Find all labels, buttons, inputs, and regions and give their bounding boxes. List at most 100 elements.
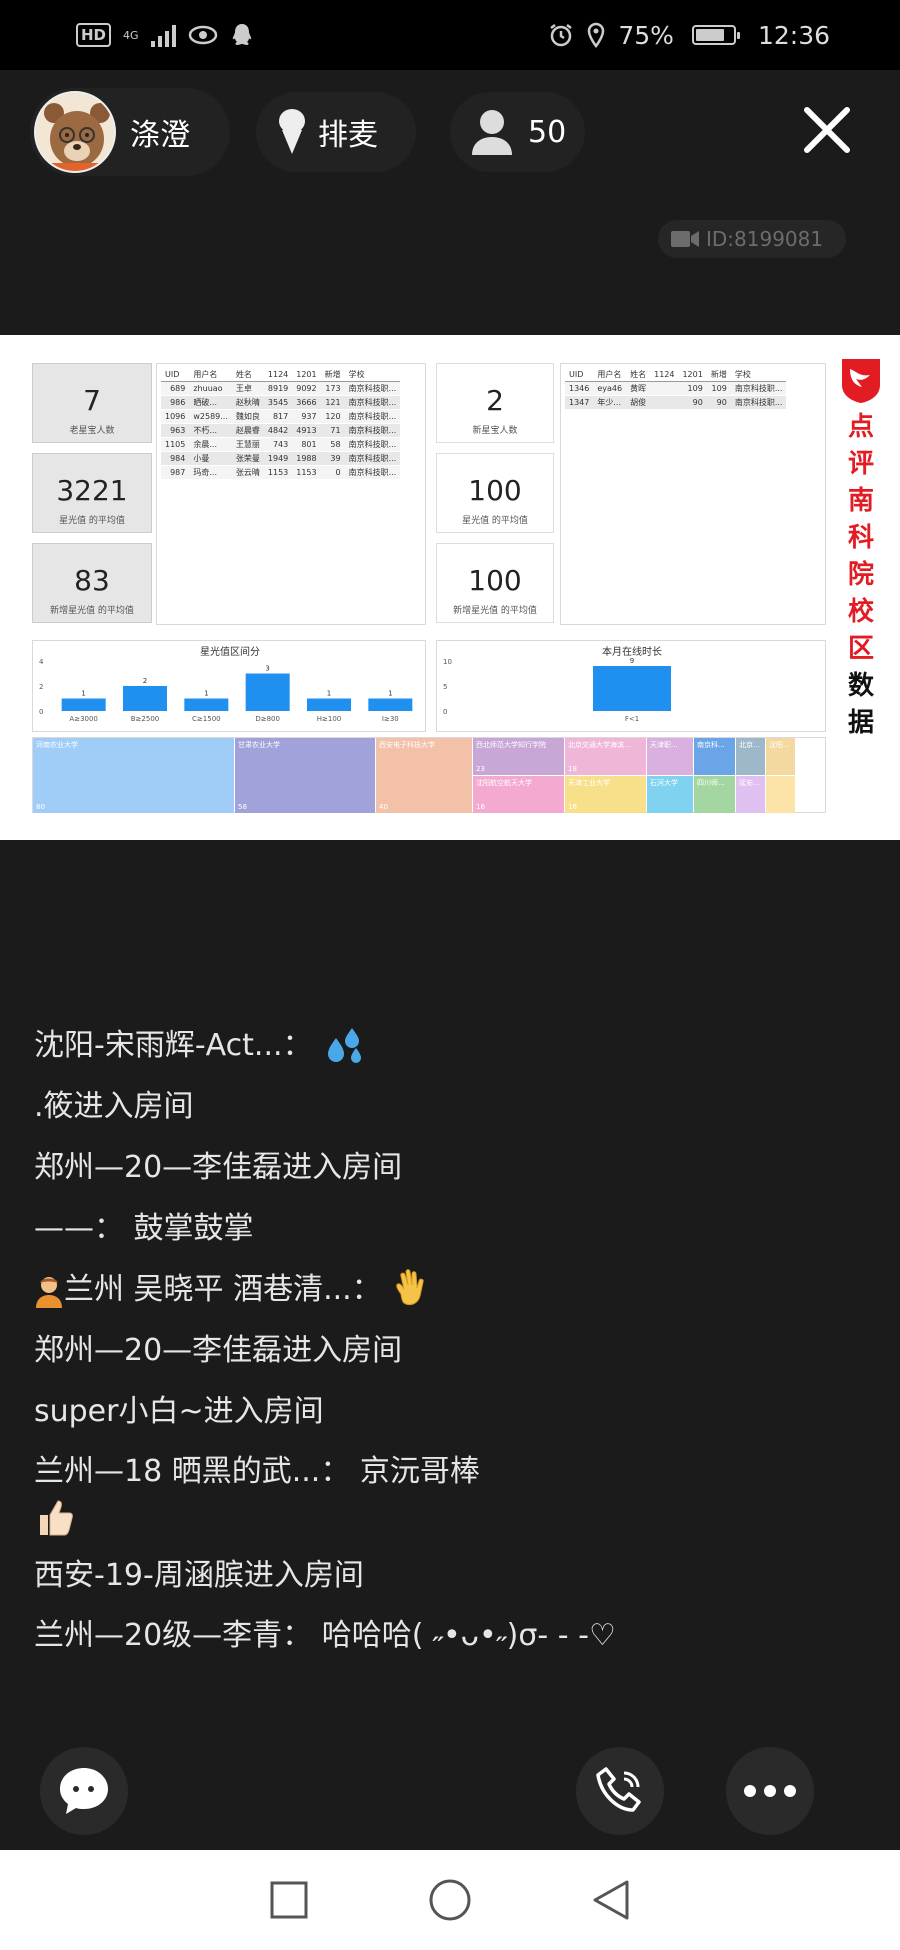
table-header: 姓名 xyxy=(626,368,651,382)
comment-button[interactable] xyxy=(40,1747,128,1835)
table-cell: 817 xyxy=(263,409,293,424)
bar xyxy=(593,666,671,711)
mic-queue-button[interactable]: 排麦 xyxy=(256,92,416,172)
kpi-caption: 老星宝人数 xyxy=(69,426,115,436)
table-cell: 赵晨睿 xyxy=(231,423,264,438)
treemap-tile: 西安电子科技大学 40 xyxy=(376,738,472,813)
bar xyxy=(184,698,229,711)
kpi-value: 7 xyxy=(83,384,101,417)
brand-character: 数 xyxy=(847,671,874,701)
table-cell: 963 xyxy=(161,423,190,438)
host-info[interactable]: 涤澄 xyxy=(30,88,230,176)
table-cell: 魏如良 xyxy=(231,409,264,424)
table-row: 986 晒破... 赵秋晴 3545 3666 121 南京科技职... xyxy=(161,395,401,410)
table-cell: 743 xyxy=(263,437,293,452)
table-cell: 1347 xyxy=(565,395,594,410)
system-navigation-bar xyxy=(0,1850,900,1950)
treemap-tile: 北京交通大学海滨... 18 xyxy=(565,738,646,775)
bar-value-label: 1 xyxy=(81,690,85,698)
table-cell: 不朽... xyxy=(189,423,232,438)
kpi-value: 2 xyxy=(486,384,504,417)
status-bar: HD 4G 75% 12:36 xyxy=(0,0,900,70)
brand-character: 院 xyxy=(847,560,874,590)
treemap-value: 40 xyxy=(379,803,388,811)
clock: 12:36 xyxy=(757,20,830,50)
alarm-icon xyxy=(550,24,573,47)
table-header: 用户名 xyxy=(593,368,627,382)
y-tick-label: 0 xyxy=(39,708,43,716)
table-cell: 801 xyxy=(292,437,321,452)
table-cell: 赵秋晴 xyxy=(231,395,264,410)
table-cell: 58 xyxy=(320,437,345,452)
video-camera-icon xyxy=(671,231,699,247)
table-cell: 1096 xyxy=(161,409,190,424)
table-cell: 余晨... xyxy=(189,437,232,452)
table-cell: 71 xyxy=(320,423,345,438)
table-row: 1347 年少... 胡俊 90 90 南京科技职... xyxy=(565,395,787,410)
microphone-icon xyxy=(279,109,305,154)
bear-avatar-icon xyxy=(44,103,110,171)
chat-message: 西安-19-周涵膑进入房间 xyxy=(34,1557,364,1593)
brand-character: 科 xyxy=(847,523,874,553)
table-cell: zhuuao xyxy=(189,381,232,396)
x-tick-label: F<1 xyxy=(625,715,639,723)
y-tick-label: 2 xyxy=(39,683,43,691)
table-cell: 1153 xyxy=(292,465,321,480)
chat-message: 兰州 吴晓平 酒巷清...： xyxy=(34,1259,854,1320)
table-row: 689 zhuuao 王卓 8919 9092 173 南京科技职... xyxy=(161,381,401,396)
table-cell: 张荣曼 xyxy=(231,451,264,466)
viewer-count: 50 xyxy=(528,114,567,150)
y-tick-label: 4 xyxy=(39,658,44,666)
close-icon[interactable] xyxy=(795,98,859,162)
treemap-value: 16 xyxy=(568,803,577,811)
chat-message: 郑州—20—李佳磊进入房间 xyxy=(34,1150,403,1185)
bar-value-label: 1 xyxy=(327,690,331,698)
user-icon xyxy=(472,110,512,155)
kpi-card: 2 新星宝人数 xyxy=(436,363,554,443)
kpi-card: 83 新增星光值 的平均值 xyxy=(32,543,152,623)
treemap-tile: 北京... xyxy=(736,738,765,775)
bar xyxy=(307,698,351,711)
msi-dragon-logo-icon xyxy=(842,359,880,403)
brand-column: 点评南科院校区数据 xyxy=(836,355,886,742)
y-tick-label: 0 xyxy=(443,708,447,716)
user-table: UID 用户名 姓名 1124 1201 新增 学校 689 zhuuao 王卓 89… xyxy=(161,368,401,480)
host-avatar[interactable] xyxy=(34,91,116,173)
table-cell: 黄晖 xyxy=(626,381,651,396)
recent-apps-icon[interactable] xyxy=(269,1880,309,1920)
treemap-value: 58 xyxy=(238,803,247,811)
home-icon[interactable] xyxy=(428,1878,472,1922)
room-id-badge: ID:8199081 xyxy=(658,220,846,258)
table-cell: 39 xyxy=(320,451,345,466)
table-cell: 1988 xyxy=(292,451,321,466)
more-options-button[interactable] xyxy=(726,1747,814,1835)
shared-dashboard-screen: 7 老星宝人数 3221 星光值 的平均值 83 新增星光值 的平均值 UID … xyxy=(0,335,900,840)
table-cell: 1105 xyxy=(161,437,190,452)
voice-call-button[interactable] xyxy=(576,1747,664,1835)
bar-value-label: 9 xyxy=(630,657,634,665)
brand-character: 据 xyxy=(847,708,874,738)
bar xyxy=(245,673,290,711)
treemap-tile: 沈阳... xyxy=(766,738,795,775)
chat-message: ——： 鼓掌鼓掌 xyxy=(34,1211,254,1246)
sweat-droplets-icon xyxy=(328,1027,362,1063)
kpi-value: 100 xyxy=(468,564,522,597)
treemap-tile: 甘肃农业大学 58 xyxy=(235,738,375,813)
room-id-text: ID:8199081 xyxy=(706,227,824,251)
eye-icon xyxy=(188,25,217,45)
table-row: 1105 余晨... 王慧丽 743 801 58 南京科技职... xyxy=(161,437,401,452)
back-icon[interactable] xyxy=(591,1878,631,1922)
treemap-value: 16 xyxy=(476,803,485,811)
user-table-card: UID 用户名 姓名 1124 1201 新增 学校 689 zhuuao 王卓 89… xyxy=(156,363,426,625)
table-cell: 年少... xyxy=(593,395,627,410)
table-row: 1346 eya46 黄晖 109 109 南京科技职... xyxy=(565,381,787,396)
treemap-value: 80 xyxy=(36,803,45,811)
monthly-online-duration-chart: 0 5 10 9 F<1 xyxy=(443,657,671,723)
viewer-count-button[interactable]: 50 xyxy=(450,92,585,172)
host-name: 涤澄 xyxy=(130,118,190,153)
kpi-caption: 新星宝人数 xyxy=(472,426,518,436)
kpi-card: 3221 星光值 的平均值 xyxy=(32,453,152,533)
table-header: 1124 xyxy=(263,368,293,382)
table-header: 用户名 xyxy=(189,368,232,382)
kpi-caption: 新增星光值 的平均值 xyxy=(453,606,537,616)
